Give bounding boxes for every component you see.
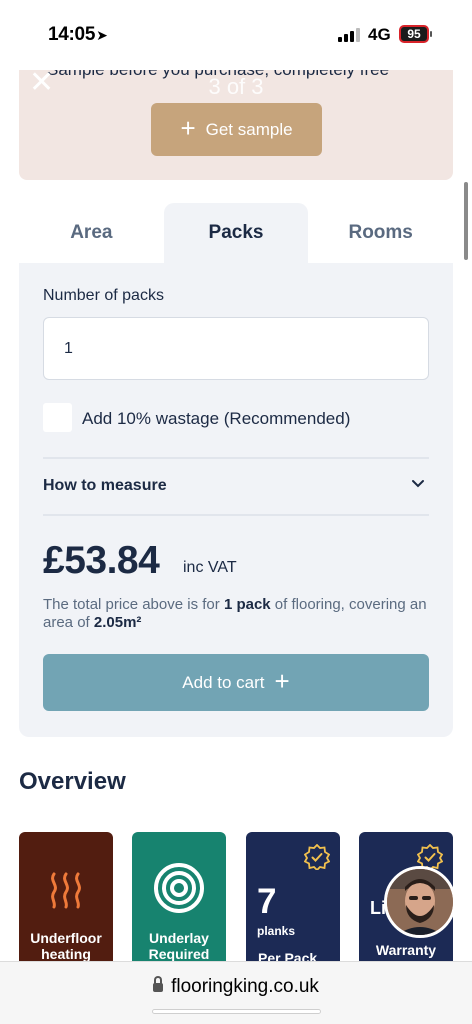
status-time: 14:05➤ xyxy=(48,24,108,46)
tab-area[interactable]: Area xyxy=(19,203,164,265)
location-arrow-icon: ➤ xyxy=(96,27,108,43)
planks-unit: planks xyxy=(257,924,296,938)
get-sample-button[interactable]: + Get sample xyxy=(151,103,322,156)
price-note-packs: 1 pack xyxy=(223,596,271,613)
plus-icon: + xyxy=(180,113,196,143)
chevron-down-icon xyxy=(412,480,424,488)
feature-label: Underlay Required xyxy=(148,930,210,962)
spiral-icon xyxy=(154,863,204,913)
url-display[interactable]: flooringking.co.uk xyxy=(0,976,472,998)
home-indicator[interactable] xyxy=(152,1009,321,1014)
how-to-measure-toggle[interactable]: How to measure xyxy=(43,459,429,513)
quantity-input[interactable]: 1 xyxy=(43,317,429,380)
plus-icon: + xyxy=(274,666,290,696)
get-sample-label: Get sample xyxy=(205,119,293,139)
total-price: £53.84 xyxy=(43,539,160,582)
gallery-counter: 3 of 3 xyxy=(208,74,264,99)
status-time-text: 14:05 xyxy=(48,24,96,45)
quantity-label: Number of packs xyxy=(43,287,164,304)
price-note-area: 2.05m² xyxy=(93,614,142,631)
calculator-tabs: Area Packs Rooms xyxy=(19,203,453,265)
url-text: flooringking.co.uk xyxy=(171,976,319,997)
wastage-checkbox[interactable] xyxy=(43,403,72,432)
network-type: 4G xyxy=(368,25,391,44)
add-to-cart-button[interactable]: Add to cart + xyxy=(43,654,429,711)
battery-icon: 95 xyxy=(399,25,432,43)
feature-label: Warranty xyxy=(375,942,437,958)
calculator-panel: Number of packs 1 Add 10% wastage (Recom… xyxy=(19,263,453,737)
price-note: The total price above is for 1 pack of f… xyxy=(43,596,438,632)
sample-banner: Sample before you purchase, completely f… xyxy=(19,56,453,180)
planks-count: 7 xyxy=(257,882,277,921)
cellular-signal-icon xyxy=(338,28,362,42)
feature-label: Underfloor heating xyxy=(30,930,102,962)
status-bar: 14:05➤ 4G 95 xyxy=(0,0,472,70)
feature-card-underlay[interactable]: Underlay Required xyxy=(132,832,226,972)
scrollbar[interactable] xyxy=(464,182,468,260)
overview-title: Overview xyxy=(19,768,126,795)
tab-packs[interactable]: Packs xyxy=(163,203,309,265)
price-vat-label: inc VAT xyxy=(183,559,237,576)
browser-url-bar[interactable]: flooringking.co.uk xyxy=(0,961,472,1024)
person-avatar-icon xyxy=(387,869,453,935)
chat-avatar[interactable] xyxy=(384,866,456,938)
tab-rooms[interactable]: Rooms xyxy=(308,203,453,265)
heat-waves-icon xyxy=(51,872,81,909)
how-to-measure-label: How to measure xyxy=(43,477,167,494)
lock-icon xyxy=(153,976,164,993)
wastage-label[interactable]: Add 10% wastage (Recommended) xyxy=(82,409,350,429)
feature-card-planks[interactable]: 7 planks Per Pack xyxy=(246,832,340,972)
add-to-cart-label: Add to cart xyxy=(182,672,265,692)
check-badge-icon xyxy=(304,844,330,870)
divider xyxy=(43,514,429,516)
feature-card-underfloor-heating[interactable]: Underfloor heating xyxy=(19,832,113,972)
price-note-prefix: The total price above is for xyxy=(43,596,224,613)
